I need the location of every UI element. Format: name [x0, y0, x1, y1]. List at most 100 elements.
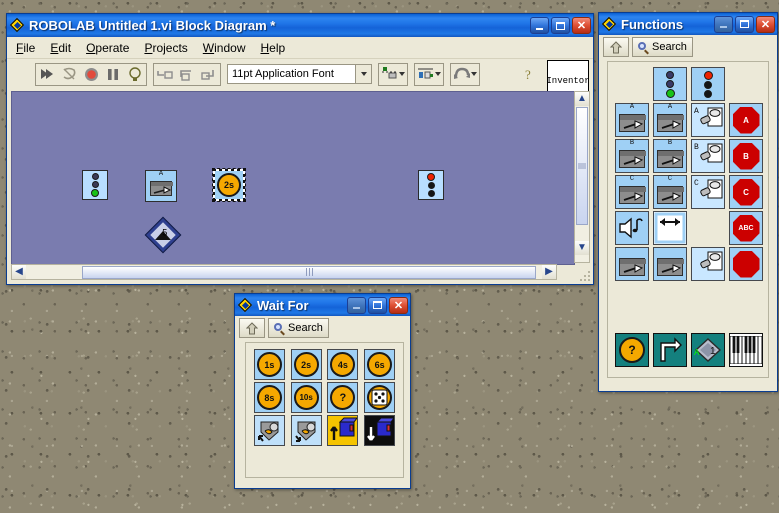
functions-subpalette-row[interactable]: ? A1: [608, 333, 768, 367]
tile-wait-custom[interactable]: ?: [326, 382, 361, 413]
resize-grip[interactable]: [580, 271, 591, 282]
menu-item-projects[interactable]: Projects: [144, 41, 187, 55]
run-continuous-icon[interactable]: [58, 64, 80, 85]
menubar[interactable]: File Edit Operate Projects Window Help: [7, 37, 593, 59]
tile-structures-subpalette[interactable]: [652, 333, 688, 367]
tile-wait-light-brighter[interactable]: [252, 415, 287, 446]
maximize-button[interactable]: [735, 15, 754, 33]
functions-toolbar[interactable]: Search: [599, 35, 777, 59]
functions-tile-grid[interactable]: A A A A B B B B C C C C ABC ? A 1: [607, 61, 769, 378]
tile-lamp-a[interactable]: A: [690, 103, 726, 137]
functions-titlebar[interactable]: Functions ✕: [599, 13, 777, 35]
run-arrow-icon[interactable]: [36, 64, 58, 85]
reorder-button[interactable]: [450, 62, 480, 86]
font-selector-dropdown-arrow[interactable]: [355, 65, 371, 83]
tile-motor-a-forward[interactable]: A: [614, 103, 650, 137]
menu-item-edit[interactable]: Edit: [50, 41, 71, 55]
scroll-down-button[interactable]: ▼: [575, 241, 589, 255]
minimize-button[interactable]: [530, 17, 549, 34]
tile-music-subpalette[interactable]: [728, 333, 764, 367]
tile-wait-8s[interactable]: 8s: [252, 382, 287, 413]
tile-stop-c[interactable]: C: [728, 175, 764, 209]
horizontal-scroll-thumb[interactable]: [82, 265, 536, 279]
tile-stop-a[interactable]: A: [728, 103, 764, 137]
context-help-icon[interactable]: ?: [519, 63, 541, 84]
motor-output-node[interactable]: A: [145, 170, 177, 202]
begin-green-light-node[interactable]: [82, 170, 108, 200]
tile-motor-direction-swap[interactable]: [652, 211, 688, 245]
tile-wait-touch-pressed[interactable]: [326, 415, 361, 446]
tile-wait-6s[interactable]: 6s: [362, 349, 397, 380]
abort-execution-icon[interactable]: [80, 64, 102, 85]
tile-lamp-c[interactable]: C: [690, 175, 726, 209]
menu-item-window[interactable]: Window: [203, 41, 246, 55]
wait-for-tile-grid[interactable]: 1s 2s 4s 6s 8s 10s ?: [245, 342, 404, 478]
menu-item-help[interactable]: Help: [260, 41, 285, 55]
tile-motor-c-forward[interactable]: C: [614, 175, 650, 209]
close-button[interactable]: ✕: [756, 15, 775, 33]
wait-for-palette-window[interactable]: Wait For ✕ Search 1s 2s 4s 6s 8s 10s ?: [234, 293, 411, 489]
block-diagram-canvas[interactable]: A 2s 5: [11, 91, 575, 265]
tile-stop-all[interactable]: [728, 247, 764, 281]
toolbar[interactable]: 11pt Application Font ? Inventor: [7, 59, 593, 102]
wait-for-toolbar[interactable]: Search: [235, 316, 410, 340]
distribute-objects-button[interactable]: [414, 62, 444, 86]
tile-lamp-b[interactable]: B: [690, 139, 726, 173]
step-controls-group[interactable]: [153, 62, 221, 86]
tile-wait-4s[interactable]: 4s: [326, 349, 361, 380]
tile-motor-b-forward[interactable]: B: [614, 139, 650, 173]
vertical-scroll-thumb[interactable]: [576, 107, 588, 225]
tile-stop-b[interactable]: B: [728, 139, 764, 173]
menu-item-file[interactable]: File: [16, 41, 35, 55]
step-into-icon[interactable]: [154, 64, 176, 85]
tile-begin-green-light[interactable]: [652, 67, 688, 101]
menu-item-operate[interactable]: Operate: [86, 41, 129, 55]
scroll-right-button[interactable]: ▶: [542, 265, 556, 279]
close-button[interactable]: ✕: [572, 17, 591, 34]
tile-wait-light-darker[interactable]: [289, 415, 324, 446]
align-objects-caret[interactable]: [399, 72, 405, 76]
tile-wait-random[interactable]: [362, 382, 397, 413]
wait-2s-node[interactable]: 2s: [212, 168, 246, 202]
minimize-button[interactable]: [714, 15, 733, 33]
scroll-left-button[interactable]: ◀: [12, 265, 26, 279]
distribute-objects-caret[interactable]: [435, 72, 441, 76]
tile-wait-1s[interactable]: 1s: [252, 349, 287, 380]
close-button[interactable]: ✕: [389, 296, 408, 314]
tile-motor-all-reverse[interactable]: [652, 247, 688, 281]
step-out-icon[interactable]: [198, 64, 220, 85]
block-diagram-window[interactable]: ROBOLAB Untitled 1.vi Block Diagram * ✕ …: [6, 13, 594, 285]
tile-motor-all-forward[interactable]: [614, 247, 650, 281]
tile-wait-10s[interactable]: 10s: [289, 382, 324, 413]
tile-wait-for-subpalette[interactable]: ?: [614, 333, 650, 367]
pause-icon[interactable]: [102, 64, 124, 85]
tile-motor-b-reverse[interactable]: B: [652, 139, 688, 173]
maximize-button[interactable]: [368, 296, 387, 314]
tile-wait-2s[interactable]: 2s: [289, 349, 324, 380]
end-red-light-node[interactable]: [418, 170, 444, 200]
palette-up-button[interactable]: [239, 318, 265, 338]
palette-search-button[interactable]: Search: [632, 37, 693, 57]
power-level-constant-node[interactable]: 5: [144, 216, 182, 254]
step-over-icon[interactable]: [176, 64, 198, 85]
align-objects-button[interactable]: [378, 62, 408, 86]
palette-search-button[interactable]: Search: [268, 318, 329, 338]
minimize-button[interactable]: [347, 296, 366, 314]
tile-lamp-all[interactable]: [690, 247, 726, 281]
block-diagram-titlebar[interactable]: ROBOLAB Untitled 1.vi Block Diagram * ✕: [7, 14, 593, 37]
tile-end-red-light[interactable]: [690, 67, 726, 101]
canvas-vertical-scrollbar[interactable]: ▲ ▼: [574, 91, 590, 263]
reorder-caret[interactable]: [471, 72, 477, 76]
tile-sound-output[interactable]: [614, 211, 650, 245]
font-selector[interactable]: 11pt Application Font: [227, 64, 372, 84]
tile-modifiers-subpalette[interactable]: A1: [690, 333, 726, 367]
wait-for-titlebar[interactable]: Wait For ✕: [235, 294, 410, 316]
scroll-up-button[interactable]: ▲: [575, 92, 589, 106]
tile-stop-abc[interactable]: ABC: [728, 211, 764, 245]
highlight-execution-bulb-icon[interactable]: [124, 64, 146, 85]
tile-motor-c-reverse[interactable]: C: [652, 175, 688, 209]
tile-motor-a-reverse[interactable]: A: [652, 103, 688, 137]
palette-up-button[interactable]: [603, 37, 629, 57]
canvas-horizontal-scrollbar[interactable]: ◀ ▶: [11, 264, 557, 280]
maximize-button[interactable]: [551, 17, 570, 34]
